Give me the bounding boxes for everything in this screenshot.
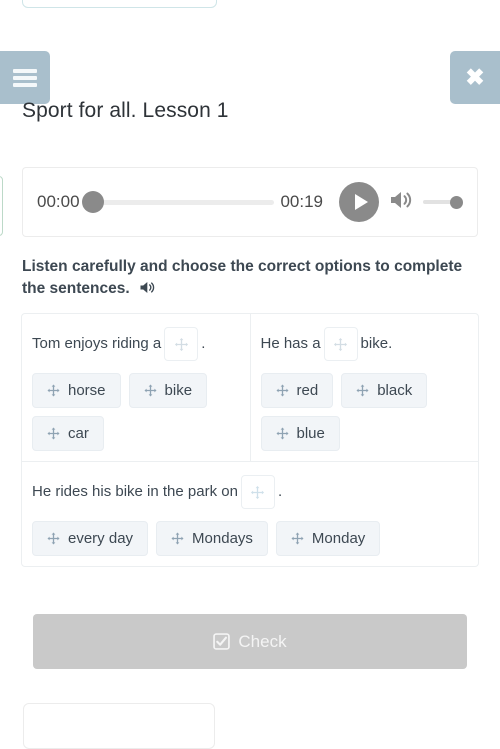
audio-progress-track bbox=[91, 199, 275, 205]
sentence-column: He has a bike. red black blue bbox=[249, 314, 479, 461]
page-title: Sport for all. Lesson 1 bbox=[22, 99, 229, 122]
sentence: He has a bike. bbox=[261, 326, 469, 362]
audio-progress-thumb[interactable] bbox=[81, 191, 104, 213]
chip-group: every day Mondays Monday bbox=[32, 521, 468, 556]
sentence-column: Tom enjoys riding a . horse bike car bbox=[22, 314, 250, 461]
left-edge-partial-card bbox=[0, 176, 3, 236]
option-chip-label: horse bbox=[68, 382, 106, 399]
dropzone[interactable] bbox=[240, 475, 275, 509]
arrows-move-icon bbox=[47, 427, 60, 440]
close-x-icon: ✖ bbox=[465, 64, 485, 90]
option-chip[interactable]: blue bbox=[260, 416, 340, 451]
option-chip-label: red bbox=[296, 382, 319, 399]
volume-up-icon[interactable] bbox=[389, 189, 415, 216]
hamburger-menu-icon bbox=[13, 68, 37, 87]
arrows-move-icon bbox=[291, 532, 304, 545]
play-icon bbox=[354, 194, 368, 210]
option-chip[interactable]: horse bbox=[32, 373, 121, 408]
sentence: He rides his bike in the park on . bbox=[32, 474, 468, 510]
option-chip-label: Monday bbox=[311, 530, 366, 547]
sentence-column: He rides his bike in the park on . every… bbox=[22, 462, 478, 566]
option-chip[interactable]: every day bbox=[32, 521, 149, 556]
dropzone[interactable] bbox=[323, 327, 358, 361]
close-button[interactable]: ✖ bbox=[450, 51, 500, 104]
instruction-text: Listen carefully and choose the correct … bbox=[22, 256, 472, 302]
sentence-row: He rides his bike in the park on . every… bbox=[22, 461, 478, 566]
option-chip[interactable]: black bbox=[341, 373, 428, 408]
sentence-prefix: Tom enjoys riding a bbox=[32, 335, 162, 353]
bottom-partial-card bbox=[23, 703, 215, 749]
option-chip[interactable]: Mondays bbox=[156, 521, 268, 556]
option-chip[interactable]: bike bbox=[128, 373, 208, 408]
arrows-move-icon bbox=[171, 532, 184, 545]
sentence-prefix: He has a bbox=[260, 335, 321, 353]
option-chip-label: bike bbox=[164, 382, 193, 399]
play-button[interactable] bbox=[339, 182, 379, 222]
check-square-icon bbox=[213, 633, 231, 650]
instruction-label: Listen carefully and choose the correct … bbox=[22, 258, 463, 297]
audio-current-time: 00:00 bbox=[37, 192, 80, 211]
volume-up-icon[interactable] bbox=[139, 280, 157, 302]
audio-player: 00:00 00:19 bbox=[22, 167, 478, 237]
check-button[interactable]: Check bbox=[33, 614, 467, 669]
option-chip-label: car bbox=[68, 425, 89, 442]
sentence-row: Tom enjoys riding a . horse bike car He … bbox=[22, 314, 478, 461]
chip-group: horse bike car bbox=[32, 373, 240, 451]
volume-thumb[interactable] bbox=[450, 195, 463, 209]
arrows-move-icon bbox=[356, 384, 369, 397]
option-chip-label: blue bbox=[296, 425, 325, 442]
option-chip-label: Mondays bbox=[192, 530, 253, 547]
dropzone[interactable] bbox=[164, 327, 199, 361]
option-chip[interactable]: Monday bbox=[275, 521, 381, 556]
arrows-move-icon bbox=[275, 427, 289, 440]
sentence-suffix: . bbox=[277, 483, 283, 501]
arrows-move-icon bbox=[47, 532, 60, 545]
menu-button[interactable] bbox=[0, 51, 50, 104]
exercise-card: Tom enjoys riding a . horse bike car He … bbox=[21, 313, 479, 567]
arrows-move-icon bbox=[47, 384, 60, 397]
option-chip[interactable]: red bbox=[260, 373, 334, 408]
sentence: Tom enjoys riding a . bbox=[32, 326, 240, 362]
sentence-suffix: bike. bbox=[360, 335, 393, 353]
sentence-suffix: . bbox=[201, 335, 206, 353]
option-chip-label: black bbox=[377, 382, 413, 399]
check-button-label: Check bbox=[238, 631, 287, 651]
header: ✖ bbox=[0, 51, 500, 105]
top-partial-card bbox=[22, 0, 217, 8]
sentence-prefix: He rides his bike in the park on bbox=[32, 483, 238, 501]
chip-group: red black blue bbox=[260, 373, 469, 451]
arrows-move-icon bbox=[275, 384, 289, 397]
option-chip-label: every day bbox=[68, 530, 134, 547]
volume-slider[interactable] bbox=[423, 192, 463, 212]
arrows-move-icon bbox=[144, 384, 157, 397]
option-chip[interactable]: car bbox=[32, 416, 104, 451]
audio-progress-slider[interactable] bbox=[81, 191, 275, 213]
audio-total-time: 00:19 bbox=[280, 192, 323, 211]
